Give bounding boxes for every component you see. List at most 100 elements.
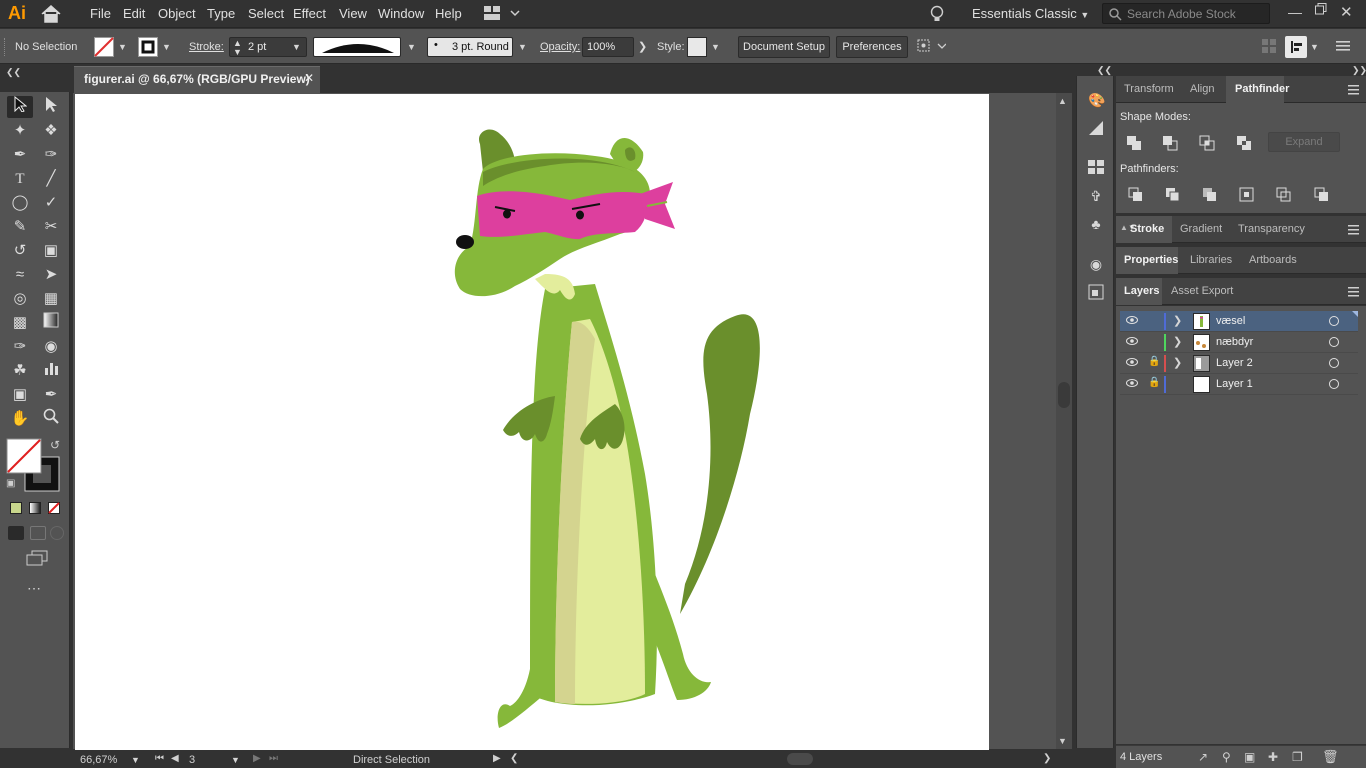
curvature-tool-icon[interactable]: ✑ <box>38 144 64 166</box>
zoom-tool-icon[interactable] <box>38 408 64 430</box>
artboard-tool-icon[interactable]: ▣ <box>7 384 33 406</box>
brush-chevron-icon[interactable]: ▼ <box>518 42 527 52</box>
screen-mode-icon[interactable] <box>26 550 48 569</box>
close-tab-icon[interactable]: ✕ <box>304 71 314 85</box>
layer-target-icon[interactable] <box>1329 358 1339 368</box>
ellipse-tool-icon[interactable]: ◯ <box>7 192 33 214</box>
paintbrush-icon[interactable]: ✓ <box>38 192 64 214</box>
collapse-dock-icon[interactable]: ❮❮ <box>1097 65 1112 76</box>
tab-properties[interactable]: Properties <box>1124 254 1178 266</box>
layer-target-icon[interactable] <box>1329 337 1339 347</box>
next-artboard-icon[interactable]: ▶ <box>253 753 261 764</box>
layer-row[interactable]: 🔒 Layer 1 <box>1120 374 1358 395</box>
layer-row[interactable]: ❯ næbdyr <box>1120 332 1358 353</box>
locate-object-icon[interactable]: ⚲ <box>1222 750 1231 764</box>
eyedropper-icon[interactable]: ✑ <box>7 336 33 358</box>
close-window-button[interactable]: ✕ <box>1340 3 1353 21</box>
document-setup-button[interactable]: Document Setup <box>738 36 830 58</box>
tab-gradient[interactable]: Gradient <box>1180 223 1222 235</box>
lock-icon[interactable]: 🔒 <box>1148 377 1160 388</box>
menu-edit[interactable]: Edit <box>123 6 145 21</box>
minimize-window-button[interactable]: — <box>1288 4 1302 20</box>
align-chevron-icon[interactable]: ▼ <box>1310 42 1319 52</box>
arrange-documents-icon[interactable] <box>484 6 520 23</box>
draw-behind-icon[interactable] <box>30 526 46 540</box>
export-icon[interactable]: ↗ <box>1198 750 1208 764</box>
tab-asset-export[interactable]: Asset Export <box>1171 285 1233 297</box>
menu-effect[interactable]: Effect <box>293 6 326 21</box>
brush-definition[interactable]: • 3 pt. Round <box>427 37 513 57</box>
first-artboard-icon[interactable]: ⏮ <box>155 753 164 764</box>
graphic-styles-icon[interactable] <box>1088 284 1104 300</box>
perspective-grid-icon[interactable]: ▦ <box>38 288 64 310</box>
arrange-grid-icon[interactable] <box>1262 39 1276 56</box>
variable-width-profile[interactable] <box>313 37 401 57</box>
restore-window-button[interactable] <box>1315 3 1327 18</box>
delete-layer-icon[interactable]: 🗑 <box>1322 749 1339 765</box>
layer-row[interactable]: ❯ væsel <box>1120 311 1358 332</box>
outline-icon[interactable] <box>1276 187 1292 203</box>
scissors-icon[interactable]: ✂ <box>38 216 64 238</box>
panel-menu-icon[interactable] <box>1348 224 1359 238</box>
draw-normal-icon[interactable] <box>8 526 24 540</box>
stroke-label[interactable]: Stroke: <box>189 41 224 53</box>
new-layer-icon[interactable]: ❐ <box>1292 750 1303 764</box>
fill-swatch[interactable] <box>94 37 114 60</box>
align-panel-button[interactable] <box>1285 36 1307 58</box>
zoom-chevron-icon[interactable]: ▼ <box>131 755 140 765</box>
menu-object[interactable]: Object <box>158 6 196 21</box>
tab-pathfinder[interactable]: Pathfinder <box>1235 83 1289 95</box>
type-tool-icon[interactable]: T <box>7 168 33 190</box>
weasel-illustration[interactable] <box>75 94 989 750</box>
zoom-level[interactable]: 66,67% <box>80 754 117 766</box>
control-menu-icon[interactable] <box>1336 40 1350 55</box>
rotate-tool-icon[interactable]: ↺ <box>7 240 33 262</box>
preferences-button[interactable]: Preferences <box>836 36 908 58</box>
color-mode-button[interactable] <box>10 502 22 514</box>
menu-type[interactable]: Type <box>207 6 235 21</box>
edit-toolbar-icon[interactable]: ⋯ <box>27 580 41 597</box>
puppet-warp-icon[interactable] <box>916 38 947 57</box>
menu-select[interactable]: Select <box>248 6 284 21</box>
expand-layer-icon[interactable]: ❯ <box>1173 356 1182 369</box>
vertical-scrollbar[interactable] <box>1056 93 1072 749</box>
expand-button[interactable]: Expand <box>1268 132 1340 152</box>
scroll-left-icon[interactable]: ❮ <box>510 753 518 764</box>
vertical-scroll-thumb[interactable] <box>1058 382 1070 408</box>
stroke-swatch[interactable] <box>138 37 158 60</box>
panel-menu-icon[interactable] <box>1348 286 1359 300</box>
workspace-switcher[interactable]: Essentials Classic ▼ <box>972 6 1089 21</box>
stroke-weight-field[interactable]: ▲ ▼ 2 pt ▼ <box>229 37 307 57</box>
hand-tool-icon[interactable]: ✋ <box>7 408 33 430</box>
scale-tool-icon[interactable]: ▣ <box>38 240 64 262</box>
width-tool-icon[interactable]: ≈ <box>7 264 33 286</box>
stock-search-input[interactable]: Search Adobe Stock <box>1102 3 1270 24</box>
layer-row[interactable]: 🔒 ❯ Layer 2 <box>1120 353 1358 374</box>
scroll-down-icon[interactable]: ▼ <box>1058 736 1067 746</box>
trim-icon[interactable] <box>1165 187 1181 203</box>
color-guide-icon[interactable] <box>1088 120 1104 136</box>
swatches-icon[interactable] <box>1088 160 1104 176</box>
none-mode-button[interactable] <box>48 502 60 514</box>
exclude-icon[interactable] <box>1236 135 1252 151</box>
menu-file[interactable]: File <box>90 6 111 21</box>
menu-window[interactable]: Window <box>378 6 424 21</box>
layer-target-icon[interactable] <box>1329 379 1339 389</box>
graphic-style-swatch[interactable] <box>687 37 707 57</box>
tab-layers[interactable]: Layers <box>1124 285 1159 297</box>
merge-icon[interactable] <box>1202 187 1218 203</box>
collapse-panels-icon[interactable]: ❯❯ <box>1352 65 1366 76</box>
appearance-icon[interactable]: ◉ <box>1088 256 1104 272</box>
puppet-pin-icon[interactable]: ➤ <box>38 264 64 286</box>
unite-icon[interactable] <box>1126 135 1142 151</box>
menu-view[interactable]: View <box>339 6 367 21</box>
gradient-tool-icon[interactable] <box>38 312 64 334</box>
graph-tool-icon[interactable] <box>38 360 64 382</box>
tab-transform[interactable]: Transform <box>1124 83 1174 95</box>
symbol-sprayer-icon[interactable]: ☘ <box>7 360 33 382</box>
direct-selection-tool-icon[interactable] <box>38 96 64 118</box>
magic-wand-icon[interactable]: ✦ <box>7 120 33 142</box>
tab-artboards[interactable]: Artboards <box>1249 254 1297 266</box>
clipping-mask-icon[interactable]: ▣ <box>1244 750 1255 764</box>
artboard-chevron-icon[interactable]: ▼ <box>231 755 240 765</box>
